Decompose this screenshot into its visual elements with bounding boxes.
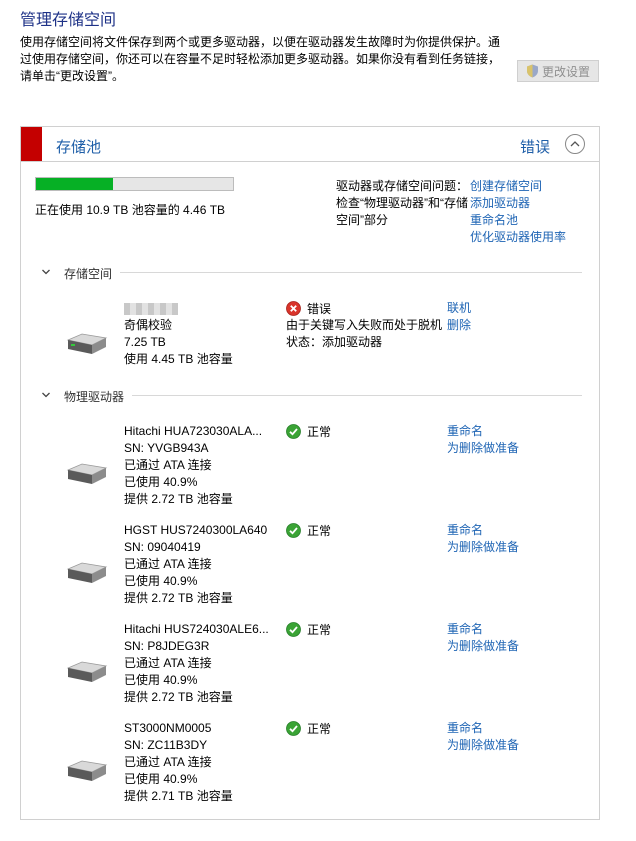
drive-used: 已使用 40.9% xyxy=(124,574,198,588)
drive-actions: 重命名 为删除做准备 xyxy=(447,522,519,556)
ok-check-icon xyxy=(286,721,301,736)
drive-status-label: 正常 xyxy=(307,722,332,736)
drive-status: 正常 xyxy=(286,720,331,737)
issue-line: 检查“物理驱动器”和“存储 xyxy=(336,196,468,210)
pool-issue-text: 驱动器或存储空间问题： 检查“物理驱动器”和“存储 空间”部分 xyxy=(336,178,476,229)
prepare-removal-link[interactable]: 为删除做准备 xyxy=(447,539,519,556)
drive-connection: 已通过 ATA 连接 xyxy=(124,557,212,571)
section-divider xyxy=(120,272,582,273)
space-actions: 联机 删除 xyxy=(447,300,471,334)
pool-usage-text: 正在使用 10.9 TB 池容量的 4.46 TB xyxy=(35,203,226,217)
drive-model: ST3000NM0005 xyxy=(124,721,212,735)
status-detail-line: 由于关键写入失败而处于脱机 xyxy=(286,318,443,332)
page-title: 管理存储空间 xyxy=(20,12,117,29)
add-drives-link[interactable]: 添加驱动器 xyxy=(470,195,566,212)
create-space-link[interactable]: 创建存储空间 xyxy=(470,178,566,195)
storage-spaces-heading: 存储空间 xyxy=(64,267,113,281)
page-description: 使用存储空间将文件保存到两个或更多驱动器，以便在驱动器发生故障时为你提供保护。通… xyxy=(20,34,510,85)
issue-line: 空间”部分 xyxy=(336,213,388,227)
drive-capacity: 提供 2.72 TB 池容量 xyxy=(124,492,233,506)
shield-icon xyxy=(526,64,538,78)
drive-model: Hitachi HUS724030ALE6... xyxy=(124,622,269,636)
ok-check-icon xyxy=(286,523,301,538)
rename-pool-link[interactable]: 重命名池 xyxy=(470,212,566,229)
drive-icon xyxy=(66,333,108,354)
drive-icon xyxy=(66,760,108,781)
rename-drive-link[interactable]: 重命名 xyxy=(447,621,519,638)
drive-capacity: 提供 2.71 TB 池容量 xyxy=(124,789,233,803)
physical-drives-heading: 物理驱动器 xyxy=(64,390,125,404)
drive-actions: 重命名 为删除做准备 xyxy=(447,720,519,754)
rename-drive-link[interactable]: 重命名 xyxy=(447,522,519,539)
space-status-label: 错误 xyxy=(307,302,332,316)
drive-connection: 已通过 ATA 连接 xyxy=(124,755,212,769)
drive-status-label: 正常 xyxy=(307,425,332,439)
space-detail-line: 使用 4.45 TB 池容量 xyxy=(124,352,233,366)
drive-icon xyxy=(66,463,108,484)
optimize-drive-usage-link[interactable]: 优化驱动器使用率 xyxy=(470,229,566,246)
drive-model: HGST HUS7240300LA640 xyxy=(124,523,268,537)
space-details: 奇偶校验 7.25 TB 使用 4.45 TB 池容量 xyxy=(124,317,233,368)
pool-usage-fill xyxy=(36,178,113,190)
description-line: 请单击“更改设置”。 xyxy=(20,69,124,83)
drive-model: Hitachi HUA723030ALA... xyxy=(124,424,263,438)
drive-connection: 已通过 ATA 连接 xyxy=(124,656,212,670)
chevron-down-icon[interactable] xyxy=(41,267,51,277)
bring-online-link[interactable]: 联机 xyxy=(447,300,471,317)
space-name-redacted xyxy=(124,303,178,315)
pool-usage-bar xyxy=(35,177,234,191)
drive-details: HGST HUS7240300LA640 SN: 09040419 已通过 AT… xyxy=(124,522,267,607)
ok-check-icon xyxy=(286,424,301,439)
delete-space-link[interactable]: 删除 xyxy=(447,317,471,334)
drive-actions: 重命名 为删除做准备 xyxy=(447,423,519,457)
collapse-button[interactable] xyxy=(565,134,585,154)
rename-drive-link[interactable]: 重命名 xyxy=(447,720,519,737)
drive-actions: 重命名 为删除做准备 xyxy=(447,621,519,655)
drive-status: 正常 xyxy=(286,522,331,539)
storage-pool-status: 错误 xyxy=(520,139,551,156)
change-settings-label: 更改设置 xyxy=(541,64,590,79)
drive-details: Hitachi HUS724030ALE6... SN: P8JDEG3R 已通… xyxy=(124,621,269,706)
space-status: 错误 xyxy=(286,300,331,317)
drive-used: 已使用 40.9% xyxy=(124,475,198,489)
drive-status-label: 正常 xyxy=(307,623,332,637)
description-line: 使用存储空间将文件保存到两个或更多驱动器，以便在驱动器发生故障时为你提供保护。通 xyxy=(20,35,501,49)
drive-serial: SN: P8JDEG3R xyxy=(124,639,210,653)
space-detail-line: 7.25 TB xyxy=(124,335,166,349)
storage-pool-title: 存储池 xyxy=(56,139,102,156)
drive-status-label: 正常 xyxy=(307,524,332,538)
drive-details: Hitachi HUA723030ALA... SN: YVGB943A 已通过… xyxy=(124,423,262,508)
status-detail-line: 状态：添加驱动器 xyxy=(286,335,383,349)
drive-capacity: 提供 2.72 TB 池容量 xyxy=(124,690,233,704)
drive-icon xyxy=(66,562,108,583)
prepare-removal-link[interactable]: 为删除做准备 xyxy=(447,440,519,457)
pool-actions: 创建存储空间 添加驱动器 重命名池 优化驱动器使用率 xyxy=(470,178,566,246)
prepare-removal-link[interactable]: 为删除做准备 xyxy=(447,638,519,655)
chevron-down-icon[interactable] xyxy=(41,390,51,400)
drive-used: 已使用 40.9% xyxy=(124,772,198,786)
drive-details: ST3000NM0005 SN: ZC11B3DY 已通过 ATA 连接 已使用… xyxy=(124,720,233,805)
drive-status: 正常 xyxy=(286,621,331,638)
drive-capacity: 提供 2.72 TB 池容量 xyxy=(124,591,233,605)
drive-used: 已使用 40.9% xyxy=(124,673,198,687)
description-line: 过使用存储空间，你还可以在容量不足时轻松添加更多驱动器。如果你没有看到任务链接， xyxy=(20,52,501,66)
chevron-up-icon xyxy=(570,141,580,147)
section-divider xyxy=(132,395,582,396)
change-settings-button[interactable]: 更改设置 xyxy=(517,60,599,82)
storage-pool-header xyxy=(20,126,600,162)
drive-serial: SN: 09040419 xyxy=(124,540,201,554)
issue-line: 驱动器或存储空间问题： xyxy=(336,179,469,193)
drive-icon xyxy=(66,661,108,682)
error-icon xyxy=(286,301,301,316)
drive-status: 正常 xyxy=(286,423,331,440)
space-status-detail: 由于关键写入失败而处于脱机 状态：添加驱动器 xyxy=(286,317,442,351)
space-detail-line: 奇偶校验 xyxy=(124,318,173,332)
drive-serial: SN: ZC11B3DY xyxy=(124,738,208,752)
drive-serial: SN: YVGB943A xyxy=(124,441,209,455)
prepare-removal-link[interactable]: 为删除做准备 xyxy=(447,737,519,754)
error-indicator-bar xyxy=(21,127,42,161)
rename-drive-link[interactable]: 重命名 xyxy=(447,423,519,440)
drive-connection: 已通过 ATA 连接 xyxy=(124,458,212,472)
ok-check-icon xyxy=(286,622,301,637)
